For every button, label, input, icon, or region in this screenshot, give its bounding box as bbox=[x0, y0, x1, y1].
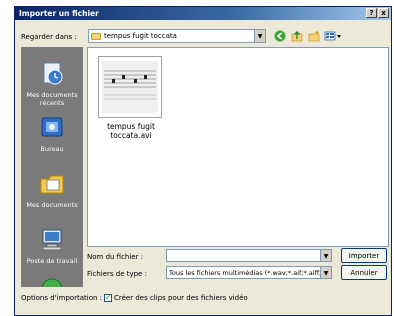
file-type-label: Fichiers de type : bbox=[87, 270, 147, 278]
help-button[interactable]: ? bbox=[366, 8, 377, 18]
file-type-select[interactable]: Tous les fichiers multimédias (*.wav;*.a… bbox=[166, 266, 332, 279]
video-thumbnail-icon[interactable] bbox=[98, 56, 162, 118]
file-name-label: Nom du fichier : bbox=[87, 253, 144, 261]
my-documents-icon bbox=[40, 175, 64, 194]
import-options-row: Options d'importation : Créer des clips … bbox=[21, 293, 248, 302]
place-label: Mes documents bbox=[26, 201, 78, 209]
import-options-label: Options d'importation : bbox=[21, 294, 102, 302]
window-title: Importer un fichier bbox=[19, 9, 99, 18]
up-folder-icon[interactable] bbox=[290, 29, 303, 42]
file-list[interactable]: tempus fugit toccata.avi bbox=[87, 47, 389, 247]
folder-icon bbox=[91, 32, 101, 40]
chevron-down-icon[interactable]: ▼ bbox=[320, 250, 331, 261]
desktop-icon bbox=[41, 117, 63, 137]
look-in-dropdown[interactable]: tempus fugit toccata ▼ bbox=[88, 29, 266, 43]
new-folder-icon[interactable] bbox=[307, 29, 320, 42]
look-in-value: tempus fugit toccata bbox=[104, 32, 177, 40]
file-type-value: Tous les fichiers multimédias (*.wav;*.a… bbox=[169, 268, 325, 277]
places-bar: Mes documents récents Bureau Mes documen… bbox=[21, 47, 83, 287]
file-name-input[interactable]: ▼ bbox=[166, 249, 332, 262]
place-label: Mes documents récents bbox=[26, 91, 78, 107]
place-recent-documents[interactable]: Mes documents récents bbox=[21, 61, 83, 107]
place-label: Poste de travail bbox=[26, 257, 78, 265]
view-menu-icon[interactable] bbox=[324, 29, 342, 42]
place-desktop[interactable]: Bureau bbox=[21, 115, 83, 153]
network-icon bbox=[41, 278, 63, 287]
create-clips-label[interactable]: Créer des clips pour des fichiers vidéo bbox=[114, 294, 248, 302]
chevron-down-icon[interactable]: ▼ bbox=[254, 30, 265, 42]
toolbar bbox=[273, 29, 342, 42]
close-button[interactable]: x bbox=[378, 8, 389, 18]
place-my-computer[interactable]: Poste de travail bbox=[21, 227, 83, 265]
import-file-dialog: Importer un fichier ? x Regarder dans : … bbox=[14, 6, 392, 316]
look-in-label: Regarder dans : bbox=[21, 33, 77, 41]
title-bar: Importer un fichier ? x bbox=[15, 7, 391, 20]
place-label: Bureau bbox=[40, 145, 64, 153]
import-button[interactable]: Importer bbox=[341, 248, 387, 263]
recent-documents-icon bbox=[43, 62, 63, 85]
create-clips-checkbox[interactable] bbox=[104, 293, 112, 302]
my-computer-icon bbox=[42, 229, 62, 251]
place-my-documents[interactable]: Mes documents bbox=[21, 171, 83, 209]
file-name[interactable]: tempus fugit toccata.avi bbox=[92, 122, 170, 140]
chevron-down-icon[interactable]: ▼ bbox=[320, 267, 331, 278]
back-icon[interactable] bbox=[273, 29, 286, 42]
place-network[interactable] bbox=[21, 275, 83, 287]
cancel-button[interactable]: Annuler bbox=[341, 265, 387, 280]
